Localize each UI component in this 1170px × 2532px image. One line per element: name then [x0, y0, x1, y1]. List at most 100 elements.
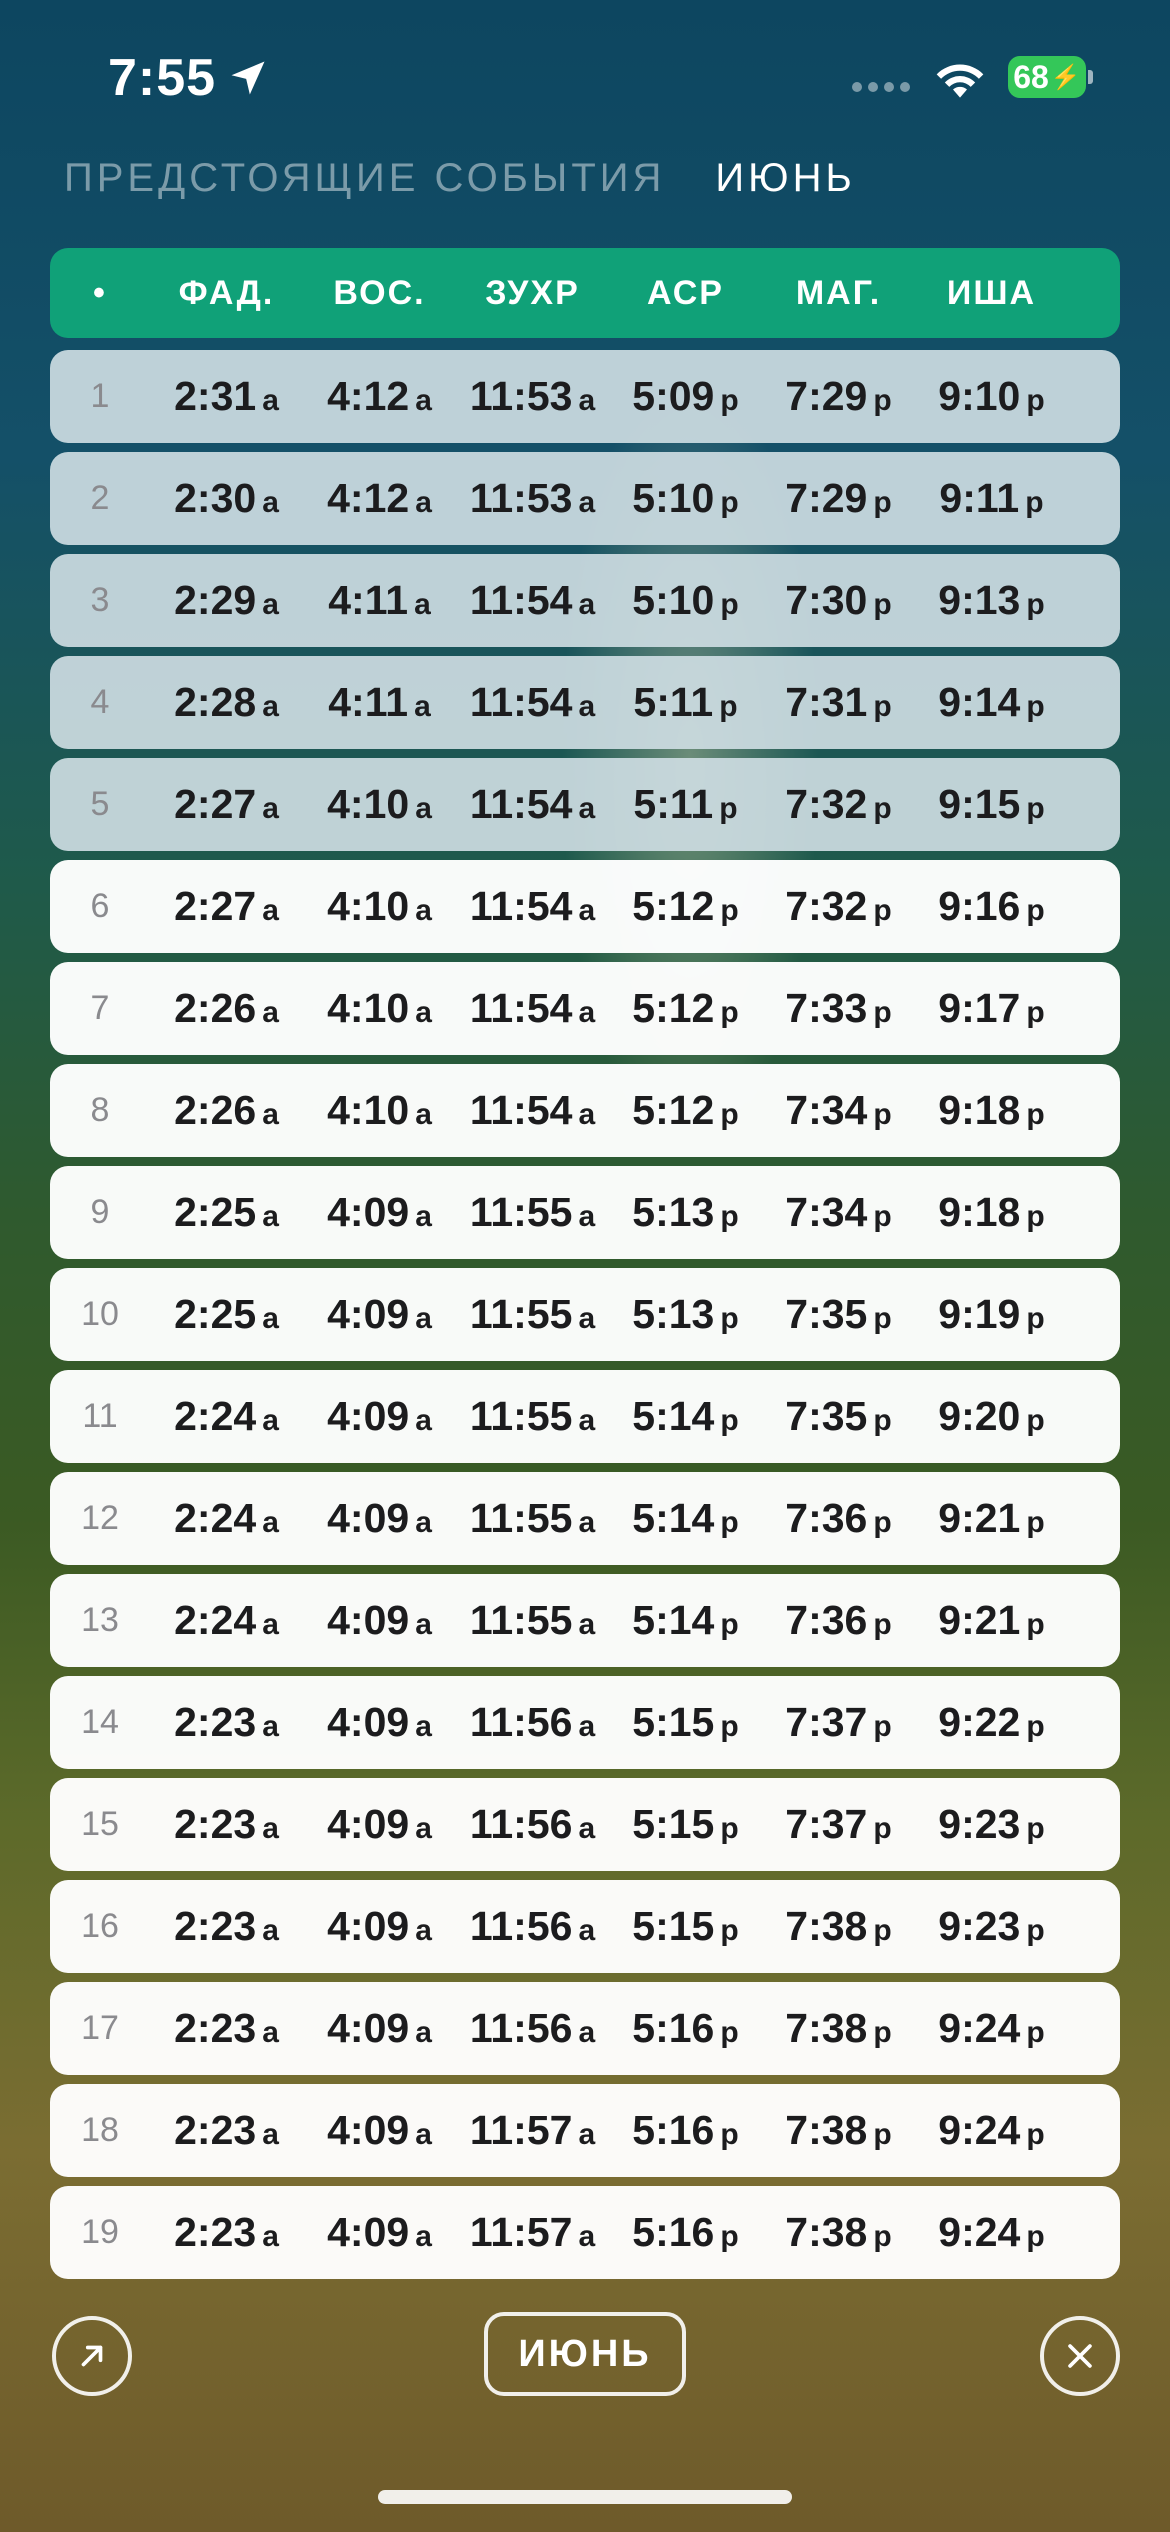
asr-period: p	[720, 1200, 739, 1233]
maghrib-period: p	[873, 1812, 892, 1845]
table-row[interactable]: 2 2:30 a 4:12 a 11:53 a 5:10 p 7:29 p 9:11 p	[50, 452, 1120, 545]
dhuhr-time-value: 11:57	[469, 2209, 573, 2255]
row-maghrib-time: 7:31 p	[762, 679, 915, 726]
table-row[interactable]: 4 2:28 a 4:11 a 11:54 a 5:11 p 7:31 p 9:14 p	[50, 656, 1120, 749]
asr-period: p	[720, 1302, 739, 1335]
row-sunrise-time: 4:09 a	[303, 1291, 456, 1338]
asr-period: p	[720, 1608, 739, 1641]
row-fajr-time: 2:23 a	[150, 1801, 303, 1848]
tab-month[interactable]: ИЮНЬ	[715, 156, 855, 201]
maghrib-time-value: 7:34	[785, 1087, 868, 1133]
row-fajr-time: 2:26 a	[150, 1087, 303, 1134]
table-row[interactable]: 15 2:23 a 4:09 a 11:56 a 5:15 p 7:37 p 9:23 p	[50, 1778, 1120, 1871]
fajr-time-value: 2:23	[174, 2107, 257, 2153]
fajr-time-value: 2:27	[174, 883, 257, 929]
dhuhr-period: a	[578, 1710, 596, 1743]
dhuhr-time-value: 11:53	[469, 475, 573, 521]
dhuhr-period: a	[578, 588, 596, 621]
maghrib-time-value: 7:30	[785, 577, 868, 623]
fajr-time-value: 2:27	[174, 781, 257, 827]
table-row[interactable]: 6 2:27 a 4:10 a 11:54 a 5:12 p 7:32 p 9:16 p	[50, 860, 1120, 953]
sunrise-period: a	[415, 894, 432, 927]
sunrise-time-value: 4:09	[327, 1699, 410, 1745]
sunrise-time-value: 4:12	[327, 373, 410, 419]
table-row[interactable]: 13 2:24 a 4:09 a 11:55 a 5:14 p 7:36 p 9:21 p	[50, 1574, 1120, 1667]
dhuhr-time-value: 11:54	[469, 577, 573, 623]
row-isha-time: 9:18 p	[915, 1189, 1068, 1236]
sunrise-period: a	[415, 1302, 432, 1335]
row-isha-time: 9:11 p	[915, 475, 1068, 522]
row-dhuhr-time: 11:55 a	[456, 1189, 609, 1236]
isha-period: p	[1026, 1710, 1045, 1743]
asr-period: p	[720, 1710, 739, 1743]
asr-period: p	[720, 1404, 739, 1437]
isha-time-value: 9:15	[938, 781, 1021, 827]
table-row[interactable]: 1 2:31 a 4:12 a 11:53 a 5:09 p 7:29 p 9:10 p	[50, 350, 1120, 443]
table-row[interactable]: 17 2:23 a 4:09 a 11:56 a 5:16 p 7:38 p 9:24 p	[50, 1982, 1120, 2075]
table-row[interactable]: 9 2:25 a 4:09 a 11:55 a 5:13 p 7:34 p 9:18 p	[50, 1166, 1120, 1259]
row-day: 3	[90, 581, 110, 619]
header-maghrib: МАГ.	[795, 273, 882, 312]
row-day: 17	[81, 2009, 119, 2047]
maghrib-time-value: 7:32	[785, 781, 868, 827]
fajr-period: a	[262, 1302, 279, 1335]
row-fajr-time: 2:25 a	[150, 1291, 303, 1338]
fajr-period: a	[262, 2016, 279, 2049]
dhuhr-time-value: 11:56	[469, 2005, 573, 2051]
dhuhr-period: a	[578, 2016, 596, 2049]
asr-time-value: 5:11	[633, 781, 714, 827]
maghrib-period: p	[873, 690, 892, 723]
table-row[interactable]: 7 2:26 a 4:10 a 11:54 a 5:12 p 7:33 p 9:17 p	[50, 962, 1120, 1055]
fajr-period: a	[262, 588, 279, 621]
dhuhr-period: a	[578, 384, 596, 417]
isha-period: p	[1026, 1914, 1045, 1947]
table-body[interactable]: 1 2:31 a 4:12 a 11:53 a 5:09 p 7:29 p 9:10 p 2 2:30 a 4:…	[50, 350, 1120, 2348]
row-asr-time: 5:13 p	[609, 1291, 762, 1338]
row-fajr-time: 2:31 a	[150, 373, 303, 420]
table-row[interactable]: 10 2:25 a 4:09 a 11:55 a 5:13 p 7:35 p 9:19 p	[50, 1268, 1120, 1361]
table-row[interactable]: 16 2:23 a 4:09 a 11:56 a 5:15 p 7:38 p 9:23 p	[50, 1880, 1120, 1973]
asr-time-value: 5:13	[632, 1291, 715, 1337]
maghrib-period: p	[873, 1608, 892, 1641]
sunrise-period: a	[415, 1506, 432, 1539]
table-row[interactable]: 12 2:24 a 4:09 a 11:55 a 5:14 p 7:36 p 9:21 p	[50, 1472, 1120, 1565]
table-row[interactable]: 14 2:23 a 4:09 a 11:56 a 5:15 p 7:37 p 9:22 p	[50, 1676, 1120, 1769]
table-row[interactable]: 19 2:23 a 4:09 a 11:57 a 5:16 p 7:38 p 9:24 p	[50, 2186, 1120, 2279]
row-dhuhr-time: 11:56 a	[456, 1699, 609, 1746]
asr-time-value: 5:12	[632, 985, 715, 1031]
header-dhuhr: ЗУХР	[485, 273, 580, 312]
row-day: 19	[81, 2213, 119, 2251]
isha-time-value: 9:22	[938, 1699, 1021, 1745]
table-row[interactable]: 8 2:26 a 4:10 a 11:54 a 5:12 p 7:34 p 9:18 p	[50, 1064, 1120, 1157]
table-row[interactable]: 18 2:23 a 4:09 a 11:57 a 5:16 p 7:38 p 9:24 p	[50, 2084, 1120, 2177]
dhuhr-time-value: 11:55	[469, 1597, 573, 1643]
share-button[interactable]	[52, 2316, 132, 2396]
month-selector-button[interactable]: ИЮНЬ	[484, 2312, 686, 2396]
sunrise-period: a	[415, 2118, 432, 2151]
tab-upcoming-events[interactable]: ПРЕДСТОЯЩИЕ СОБЫТИЯ	[64, 156, 665, 201]
fajr-time-value: 2:23	[174, 2005, 257, 2051]
row-day: 6	[90, 887, 110, 925]
isha-period: p	[1026, 1098, 1045, 1131]
table-row[interactable]: 5 2:27 a 4:10 a 11:54 a 5:11 p 7:32 p 9:15 p	[50, 758, 1120, 851]
row-fajr-time: 2:23 a	[150, 1699, 303, 1746]
close-button[interactable]	[1040, 2316, 1120, 2396]
row-dhuhr-time: 11:55 a	[456, 1597, 609, 1644]
sunrise-time-value: 4:12	[327, 475, 410, 521]
row-fajr-time: 2:23 a	[150, 2107, 303, 2154]
row-sunrise-time: 4:10 a	[303, 1087, 456, 1134]
table-row[interactable]: 11 2:24 a 4:09 a 11:55 a 5:14 p 7:35 p 9:20 p	[50, 1370, 1120, 1463]
table-row[interactable]: 3 2:29 a 4:11 a 11:54 a 5:10 p 7:30 p 9:13 p	[50, 554, 1120, 647]
row-sunrise-time: 4:11 a	[303, 679, 456, 726]
row-dhuhr-time: 11:56 a	[456, 1903, 609, 1950]
maghrib-period: p	[873, 588, 892, 621]
sunrise-time-value: 4:09	[327, 1495, 410, 1541]
isha-period: p	[1026, 384, 1045, 417]
row-day: 14	[81, 1703, 119, 1741]
isha-period: p	[1025, 486, 1044, 519]
row-asr-time: 5:12 p	[609, 985, 762, 1032]
sunrise-time-value: 4:10	[327, 1087, 410, 1133]
sunrise-time-value: 4:09	[327, 2107, 410, 2153]
row-day: 16	[81, 1907, 119, 1945]
isha-time-value: 9:23	[938, 1801, 1021, 1847]
